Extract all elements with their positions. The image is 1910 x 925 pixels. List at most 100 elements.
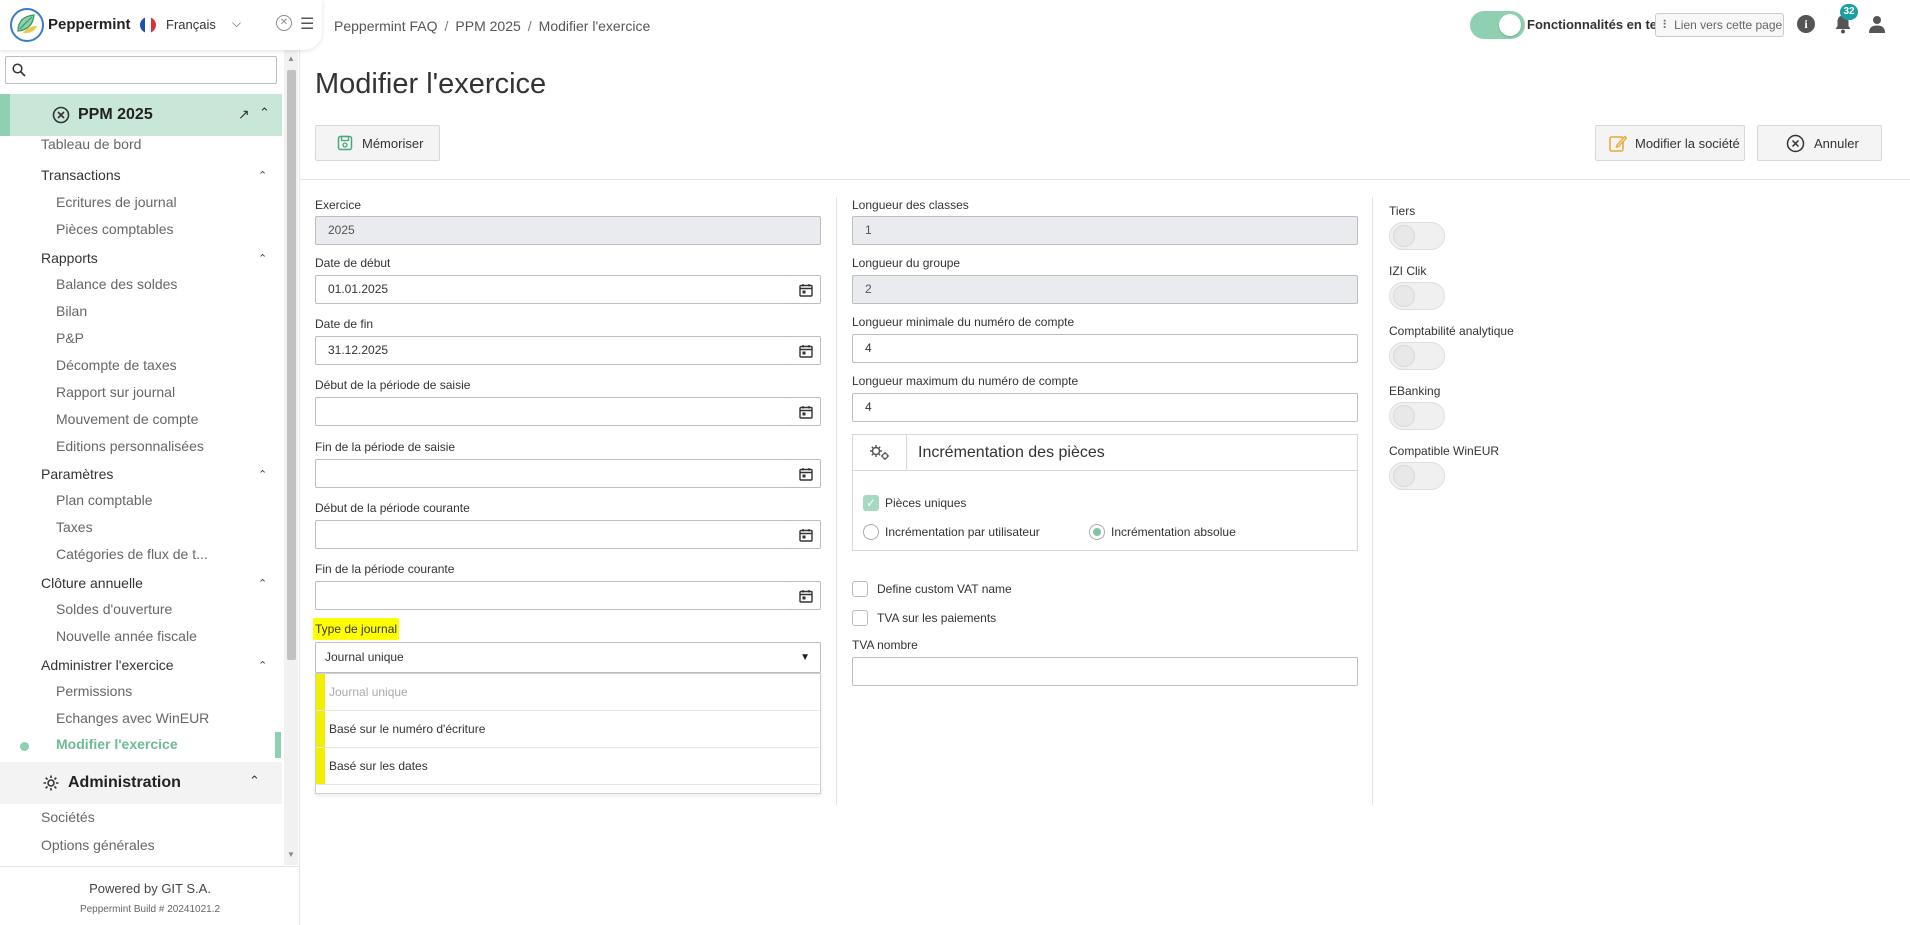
sidebar-item-taxes[interactable]: Taxes — [56, 519, 93, 535]
sidebar-section-manage-year[interactable]: Administrer l'exercice — [41, 657, 174, 673]
start-date-label: Date de début — [315, 256, 391, 270]
calendar-icon[interactable] — [792, 459, 821, 488]
unique-vouchers-checkbox[interactable]: ✓ — [863, 495, 879, 511]
link-to-page-button[interactable]: ⠇ Lien vers cette page — [1655, 13, 1784, 37]
info-icon[interactable]: i — [1797, 15, 1815, 33]
current-start-field[interactable] — [315, 520, 793, 549]
breadcrumb-item[interactable]: Peppermint FAQ — [334, 18, 438, 34]
izi-clik-toggle[interactable] — [1389, 282, 1445, 310]
tiers-toggle[interactable] — [1389, 222, 1445, 250]
sidebar-search-input[interactable] — [5, 56, 277, 84]
chevron-up-icon[interactable]: ⌃ — [258, 252, 267, 265]
scroll-up-icon[interactable]: ▲ — [287, 54, 295, 63]
custom-vat-checkbox[interactable] — [852, 581, 868, 597]
vat-number-label: TVA nombre — [852, 638, 918, 652]
hamburger-menu-icon[interactable]: ☰ — [300, 14, 314, 34]
column-divider — [836, 197, 837, 805]
sidebar-section-administration[interactable]: Administration ⌃ — [0, 762, 282, 804]
calendar-icon[interactable] — [792, 275, 821, 304]
chevron-up-icon[interactable]: ⌃ — [249, 773, 260, 789]
sidebar-item-edit-year[interactable]: Modifier l'exercice — [0, 732, 282, 758]
start-date-field[interactable]: 01.01.2025 — [315, 275, 793, 304]
close-circle-icon[interactable] — [52, 106, 70, 124]
toggle-knob — [1393, 465, 1415, 487]
sidebar-item-new-fiscal-year[interactable]: Nouvelle année fiscale — [56, 628, 197, 644]
entry-start-field[interactable] — [315, 397, 793, 426]
max-account-length-field[interactable]: 4 — [852, 393, 1358, 422]
edit-company-button[interactable]: Modifier la société — [1595, 125, 1745, 161]
wineur-compat-toggle[interactable] — [1389, 462, 1445, 490]
entry-end-field[interactable] — [315, 459, 793, 488]
increment-per-user-radio[interactable] — [863, 524, 879, 540]
close-circle-icon — [1786, 134, 1805, 152]
sidebar-section-transactions[interactable]: Transactions — [41, 167, 121, 183]
cancel-button[interactable]: Annuler — [1757, 125, 1882, 161]
notification-badge: 32 — [1840, 4, 1858, 20]
chevron-up-icon[interactable]: ⌃ — [258, 659, 267, 672]
vat-number-field[interactable] — [852, 657, 1358, 686]
highlight-mark — [316, 748, 325, 784]
france-flag-icon — [140, 17, 156, 33]
calendar-icon[interactable] — [792, 397, 821, 426]
sidebar-section-settings[interactable]: Paramètres — [41, 466, 113, 482]
sidebar-item-permissions[interactable]: Permissions — [56, 683, 132, 699]
calendar-icon[interactable] — [792, 520, 821, 549]
sidebar-project-ppm-2025[interactable]: PPM 2025 ↗ ⌃ — [0, 94, 282, 136]
current-end-field[interactable] — [315, 581, 793, 610]
breadcrumb-item[interactable]: PPM 2025 — [455, 18, 520, 34]
language-select[interactable]: Français — [166, 17, 216, 32]
vat-payments-checkbox[interactable] — [852, 610, 868, 626]
sidebar-section-reports[interactable]: Rapports — [41, 250, 98, 266]
min-account-length-label: Longueur minimale du numéro de compte — [852, 315, 1075, 329]
group-length-label: Longueur du groupe — [852, 256, 961, 270]
sidebar-section-year-end[interactable]: Clôture annuelle — [41, 575, 143, 591]
increment-absolute-label: Incrémentation absolue — [1111, 525, 1236, 539]
sidebar-item-account-movement[interactable]: Mouvement de compte — [56, 411, 198, 427]
journal-option[interactable]: Basé sur les dates — [316, 748, 820, 785]
increment-absolute-radio[interactable] — [1089, 524, 1105, 540]
chevron-up-icon[interactable]: ⌃ — [258, 577, 267, 590]
sidebar-item-dashboard[interactable]: Tableau de bord — [41, 136, 141, 152]
external-link-icon[interactable]: ↗ — [238, 106, 250, 123]
sidebar-item-general-options[interactable]: Options générales — [41, 837, 155, 853]
sidebar-item-chart-of-accounts[interactable]: Plan comptable — [56, 492, 153, 508]
entry-start-label: Début de la période de saisie — [315, 378, 471, 392]
analytics-toggle[interactable] — [1389, 342, 1445, 370]
sidebar-item-journal-entries[interactable]: Ecritures de journal — [56, 194, 177, 210]
highlight-mark — [316, 711, 325, 747]
min-account-length-field[interactable]: 4 — [852, 334, 1358, 363]
sidebar-item-flow-categories[interactable]: Catégories de flux de t... — [56, 546, 208, 562]
chevron-up-icon[interactable]: ⌃ — [259, 105, 270, 121]
save-button[interactable]: Mémoriser — [315, 125, 440, 161]
calendar-icon[interactable] — [792, 581, 821, 610]
journal-type-select[interactable]: Journal unique ▼ — [315, 642, 821, 673]
group-length-field: 2 — [852, 275, 1358, 304]
user-icon[interactable] — [1868, 15, 1886, 33]
sidebar-item-custom-editions[interactable]: Editions personnalisées — [56, 438, 204, 454]
sidebar-item-bilan[interactable]: Bilan — [56, 303, 87, 319]
sidebar-item-companies[interactable]: Sociétés — [41, 809, 95, 825]
sidebar-item-balance[interactable]: Balance des soldes — [56, 276, 177, 292]
build-version: Peppermint Build # 20241021.2 — [79, 904, 221, 915]
calendar-icon[interactable] — [792, 336, 821, 365]
sidebar-item-tax-statement[interactable]: Décompte de taxes — [56, 357, 177, 373]
test-features-toggle[interactable] — [1470, 11, 1525, 39]
sidebar-scrollbar[interactable]: ▲ ▼ — [284, 50, 298, 865]
sidebar-item-vouchers[interactable]: Pièces comptables — [56, 221, 174, 237]
chevron-up-icon[interactable]: ⌃ — [258, 169, 267, 182]
active-dot — [20, 742, 29, 751]
scroll-down-icon[interactable]: ▼ — [287, 850, 295, 859]
sidebar-item-wineur-exchange[interactable]: Echanges avec WinEUR — [56, 710, 209, 726]
sidebar-item-pp[interactable]: P&P — [56, 330, 84, 346]
sidebar-item-journal-report[interactable]: Rapport sur journal — [56, 384, 175, 400]
scrollbar-thumb[interactable] — [287, 70, 296, 660]
ebanking-toggle[interactable] — [1389, 402, 1445, 430]
peppermint-logo[interactable] — [9, 7, 45, 43]
chevron-down-icon[interactable]: ⌵ — [232, 16, 241, 31]
close-circle-icon[interactable]: ✕ — [276, 15, 292, 31]
journal-option[interactable]: Basé sur le numéro d'écriture — [316, 711, 820, 748]
end-date-field[interactable]: 31.12.2025 — [315, 336, 793, 365]
sidebar-item-opening-balances[interactable]: Soldes d'ouverture — [56, 601, 172, 617]
breadcrumb: Peppermint FAQ / PPM 2025/Modifier l'exerc… — [334, 18, 651, 34]
chevron-up-icon[interactable]: ⌃ — [258, 468, 267, 481]
